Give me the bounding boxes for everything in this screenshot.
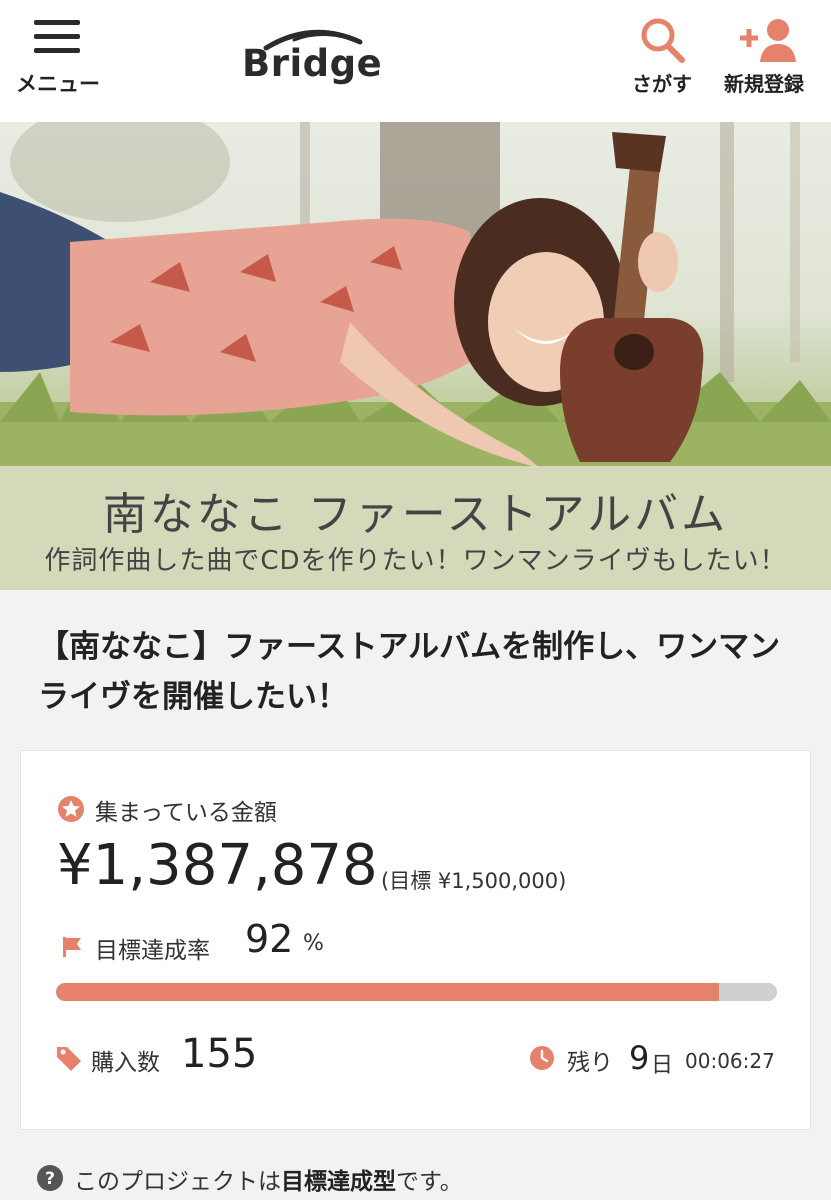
hero-image: 南ななこ ファーストアルバム 作詞作曲した曲でCDを作りたい！ワンマンライヴもし… xyxy=(0,122,831,590)
note-suffix: です。 xyxy=(396,1169,463,1195)
project-title: 【南ななこ】ファーストアルバムを制作し、ワンマンライヴを開催したい！ xyxy=(38,629,781,715)
clock-icon xyxy=(530,1046,554,1070)
add-user-icon xyxy=(740,19,796,62)
search-icon xyxy=(641,18,685,63)
search-button[interactable]: さがす xyxy=(626,14,706,100)
note-text: このプロジェクトは目標達成型です。 xyxy=(74,1162,463,1196)
remaining-days-unit: 日 xyxy=(651,1053,674,1078)
tag-icon xyxy=(57,1047,81,1071)
hero-title: 南ななこ ファーストアルバム xyxy=(102,489,729,540)
funding-progress-bar xyxy=(56,983,777,1001)
buyers-value: 155 xyxy=(181,1031,258,1077)
buyers-label: 購入数 xyxy=(91,1050,160,1076)
hamburger-icon xyxy=(34,20,80,54)
hero-subtitle: 作詞作曲した曲でCDを作りたい！ワンマンライヴもしたい！ xyxy=(44,546,787,576)
bridge-logo[interactable]: Bridge xyxy=(236,18,388,88)
rate-label: 目標達成率 xyxy=(95,938,210,964)
collected-amount: ¥1,387,878 xyxy=(57,833,378,898)
menu-label: メニュー xyxy=(16,72,100,96)
star-icon xyxy=(58,796,84,822)
rate-value: 92 xyxy=(245,917,294,961)
svg-text:?: ? xyxy=(45,1169,55,1189)
app-header: メニュー Bridge さがす 新規登録 xyxy=(0,0,831,122)
flag-icon xyxy=(63,937,81,957)
menu-button[interactable]: メニュー xyxy=(14,16,110,100)
register-label: 新規登録 xyxy=(724,72,804,96)
remaining-time: 00:06:27 xyxy=(685,1049,775,1073)
register-button[interactable]: 新規登録 xyxy=(720,14,820,100)
project-type-note[interactable]: ? このプロジェクトは目標達成型です。 xyxy=(36,1160,816,1200)
logo-text: Bridge xyxy=(242,42,383,85)
goal-amount: (目標 ¥1,500,000) xyxy=(381,869,567,893)
collected-label: 集まっている金額 xyxy=(95,800,277,826)
funding-stats-card: 集まっている金額 ¥1,387,878 (目標 ¥1,500,000) 目標達成… xyxy=(20,750,811,1130)
remaining-days: 9 xyxy=(629,1039,650,1077)
search-label: さがす xyxy=(632,72,692,96)
remaining-label: 残り xyxy=(567,1050,613,1076)
rate-unit: % xyxy=(303,931,324,956)
note-emphasis[interactable]: 目標達成型 xyxy=(281,1169,396,1195)
help-icon: ? xyxy=(37,1165,63,1191)
note-prefix: このプロジェクトは xyxy=(74,1169,281,1195)
funding-progress-fill xyxy=(56,983,720,1001)
